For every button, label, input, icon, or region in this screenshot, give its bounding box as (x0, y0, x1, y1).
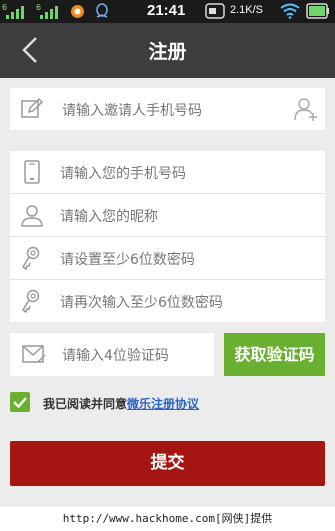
agreement-label: 我已阅读并同意 (43, 397, 128, 411)
agreement-row: 我已阅读并同意微乐注册协议 (10, 392, 330, 414)
signal-2-label: 6 (36, 3, 42, 12)
invite-group: 请输入邀请人手机号码 (10, 88, 325, 130)
confirm-password-field[interactable]: 请再次输入至少6位数密码 (10, 280, 325, 322)
signal-icon (6, 6, 24, 19)
status-bar: 6 6 21:41 2.1K/S (0, 0, 335, 23)
signal-icon-2 (40, 6, 58, 19)
key-icon (21, 289, 40, 313)
app-notification-icon (71, 5, 84, 18)
add-contact-icon[interactable] (293, 96, 319, 122)
user-icon (21, 205, 43, 227)
get-code-button[interactable]: 获取验证码 (224, 333, 325, 376)
verify-code-field[interactable]: 请输入4位验证码 (10, 333, 214, 376)
phone-input[interactable]: 请输入您的手机号码 (60, 163, 186, 183)
page-title: 注册 (148, 41, 187, 63)
key-icon (21, 246, 40, 270)
qq-icon (96, 3, 108, 18)
agreement-link[interactable]: 微乐注册协议 (127, 397, 199, 411)
confirm-password-input[interactable]: 请再次输入至少6位数密码 (60, 292, 223, 312)
registration-form: 请输入您的手机号码 请输入您的昵称 请设置至少6位数密码 请再次输入至少6位数密… (10, 151, 325, 322)
wifi-icon (280, 3, 300, 19)
invite-input[interactable]: 请输入邀请人手机号码 (62, 100, 202, 120)
signal-1-label: 6 (2, 3, 8, 12)
check-icon (13, 397, 27, 409)
agreement-text: 我已阅读并同意微乐注册协议 (43, 395, 199, 412)
password-input[interactable]: 请设置至少6位数密码 (60, 249, 195, 269)
clock: 21:41 (147, 2, 186, 19)
watermark: http://www.hackhome.com[网侠]提供 (0, 507, 335, 531)
verify-code-input[interactable]: 请输入4位验证码 (62, 345, 169, 365)
invite-field[interactable]: 请输入邀请人手机号码 (10, 88, 325, 130)
battery-icon (306, 3, 329, 19)
phone-field[interactable]: 请输入您的手机号码 (10, 151, 325, 194)
edit-icon (21, 97, 44, 118)
nickname-input[interactable]: 请输入您的昵称 (60, 206, 158, 226)
submit-button[interactable]: 提交 (10, 441, 325, 486)
agree-checkbox[interactable] (10, 392, 30, 412)
nav-bar: 注册 (0, 23, 335, 78)
status-overlay-icon (205, 3, 225, 19)
network-speed: 2.1K/S (230, 4, 264, 16)
password-field[interactable]: 请设置至少6位数密码 (10, 237, 325, 280)
mail-icon (22, 345, 46, 363)
phone-icon (24, 160, 40, 184)
nickname-field[interactable]: 请输入您的昵称 (10, 194, 325, 237)
